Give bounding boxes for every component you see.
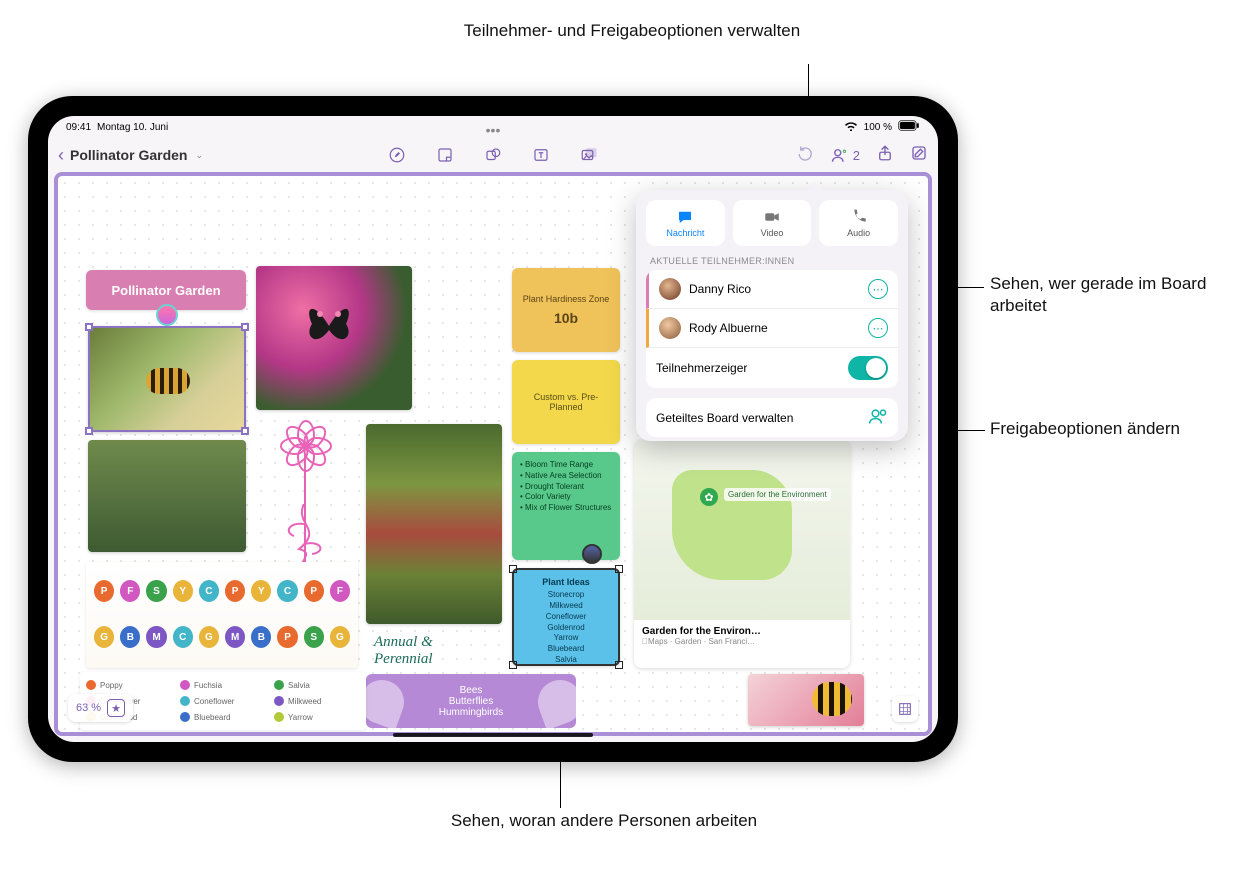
map-pin-label: Garden for the Environment	[724, 488, 831, 501]
seg-label: Video	[761, 228, 784, 238]
popover-audio-button[interactable]: Audio	[819, 200, 898, 246]
ideas-item: Stonecrop	[520, 590, 612, 601]
cursor-toggle-row[interactable]: Teilnehmerzeiger	[646, 348, 898, 388]
home-indicator[interactable]	[393, 733, 593, 737]
label-annual-perennial: Annual & Perennial	[374, 634, 433, 667]
participant-row[interactable]: Danny Rico ⋯	[646, 270, 898, 309]
legend-item: Yarrow	[274, 710, 360, 724]
participant-count: 2	[853, 148, 860, 163]
sticky-pollinators[interactable]: Bees Butterflies Hummingbirds	[366, 674, 576, 728]
sticky-bloom[interactable]: • Bloom Time Range • Native Area Selecti…	[512, 452, 620, 560]
share-button[interactable]	[876, 144, 894, 167]
sticky-hardiness-label: Plant Hardiness Zone	[518, 294, 614, 304]
legend-item: Salvia	[274, 678, 360, 692]
collaboration-popover: Nachricht Video Audio AKTUELLE TEILNEHME…	[636, 190, 908, 441]
legend-item: Fuchsia	[180, 678, 266, 692]
sticky-note-tool-icon[interactable]	[434, 144, 456, 166]
ideas-item: Milkweed	[520, 601, 612, 612]
ideas-item: Salvia	[520, 655, 612, 666]
map-subtitle: Maps · Garden · San Franci…	[642, 637, 842, 646]
cursor-toggle-label: Teilnehmerzeiger	[656, 361, 840, 375]
status-battery: 100 %	[864, 122, 892, 133]
map-pin-icon: ✿	[700, 488, 718, 506]
ideas-item: Coneflower	[520, 612, 612, 623]
back-button[interactable]: ‹	[58, 145, 64, 166]
status-date: Montag 10. Juni	[97, 122, 168, 133]
title-menu-chevron-icon[interactable]: ⌄	[195, 150, 203, 161]
popover-video-button[interactable]: Video	[733, 200, 812, 246]
pollinator-line: Bees	[460, 685, 483, 696]
participant-name: Danny Rico	[689, 282, 860, 296]
manage-shared-label: Geteiltes Board verwalten	[656, 411, 860, 425]
bloom-item: Mix of Flower Structures	[525, 503, 611, 512]
legend-item: Milkweed	[274, 694, 360, 708]
cursor-toggle-switch[interactable]	[848, 356, 888, 380]
participant-more-icon[interactable]: ⋯	[868, 279, 888, 299]
zoom-value: 63 %	[76, 702, 101, 714]
pollinator-line: Butterflies	[449, 696, 493, 707]
bloom-item: Native Area Selection	[525, 471, 602, 480]
map-title: Garden for the Environ…	[642, 626, 842, 637]
drawing-garden-bed[interactable]: P F S Y C P Y C P F G B M C G M	[86, 562, 358, 668]
sticky-hardiness[interactable]: Plant Hardiness Zone 10b	[512, 268, 620, 352]
manage-shared-row[interactable]: Geteiltes Board verwalten	[646, 398, 898, 437]
board-title[interactable]: Pollinator Garden	[70, 147, 187, 163]
participant-cursor-avatar	[156, 304, 178, 326]
seg-label: Nachricht	[666, 228, 704, 238]
participant-name: Rody Albuerne	[689, 321, 860, 335]
pen-tool-icon[interactable]	[386, 144, 408, 166]
media-tool-icon[interactable]	[578, 144, 600, 166]
photo-garden-bed[interactable]	[88, 440, 246, 552]
collaborate-button[interactable]: 2	[831, 146, 860, 164]
popover-message-button[interactable]: Nachricht	[646, 200, 725, 246]
photo-bee-on-flower[interactable]	[88, 326, 246, 432]
avatar	[659, 317, 681, 339]
status-time: 09:41	[66, 122, 91, 133]
new-board-button[interactable]	[910, 144, 928, 167]
callout-manage: Teilnehmer- und Freigabeoptionen verwalt…	[452, 20, 812, 42]
bloom-item: Color Variety	[525, 492, 571, 501]
photo-bee-closeup[interactable]	[748, 674, 864, 726]
manage-shared-icon	[868, 406, 888, 429]
callout-others: Sehen, woran andere Personen arbeiten	[444, 810, 764, 832]
map-card[interactable]: ✿ Garden for the Environment Garden for …	[634, 440, 850, 668]
legend-item: Coneflower	[180, 694, 266, 708]
photo-butterfly[interactable]	[256, 266, 412, 410]
seg-label: Audio	[847, 228, 870, 238]
photo-nursery-plants[interactable]	[366, 424, 502, 624]
board-canvas[interactable]: Pollinator Garden	[54, 172, 932, 736]
callout-share: Freigabeoptionen ändern	[990, 418, 1220, 440]
toolbar: ‹ Pollinator Garden ⌄	[48, 138, 938, 172]
undo-button[interactable]	[797, 144, 815, 167]
screen: ••• 09:41 Montag 10. Juni 100 % ‹ Pollin…	[48, 116, 938, 742]
legend-item: Poppy	[86, 678, 172, 692]
ipad-frame: ••• 09:41 Montag 10. Juni 100 % ‹ Pollin…	[28, 96, 958, 762]
callout-who: Sehen, wer gerade im Board arbeitet	[990, 273, 1220, 317]
sticky-hardiness-value: 10b	[518, 310, 614, 326]
pollinator-line: Hummingbirds	[439, 707, 503, 718]
sticky-custom[interactable]: Custom vs. Pre-Planned	[512, 360, 620, 444]
sticky-custom-label: Custom vs. Pre-Planned	[518, 392, 614, 412]
zoom-control[interactable]: 63 % ★	[68, 694, 133, 722]
text-tool-icon[interactable]	[530, 144, 552, 166]
battery-icon	[898, 120, 920, 134]
ideas-item: Bluebeard	[520, 644, 612, 655]
shape-tool-icon[interactable]	[482, 144, 504, 166]
participant-row[interactable]: Rody Albuerne ⋯	[646, 309, 898, 348]
bloom-item: Bloom Time Range	[525, 460, 593, 469]
minimap-button[interactable]	[892, 696, 918, 722]
ideas-item: Yarrow	[520, 633, 612, 644]
avatar	[659, 278, 681, 300]
sticky-plant-ideas[interactable]: Plant Ideas Stonecrop Milkweed Coneflowe…	[512, 568, 620, 666]
multitask-dots[interactable]: •••	[486, 122, 501, 138]
participant-cursor-avatar	[582, 544, 602, 564]
ideas-title: Plant Ideas	[520, 576, 612, 588]
legend-item: Bluebeard	[180, 710, 266, 724]
popover-section-title: AKTUELLE TEILNEHMER:INNEN	[650, 256, 894, 266]
ideas-item: Goldenrod	[520, 623, 612, 634]
favorites-icon[interactable]: ★	[107, 699, 125, 717]
bloom-item: Drought Tolerant	[525, 482, 584, 491]
participant-more-icon[interactable]: ⋯	[868, 318, 888, 338]
wifi-icon	[844, 120, 858, 134]
